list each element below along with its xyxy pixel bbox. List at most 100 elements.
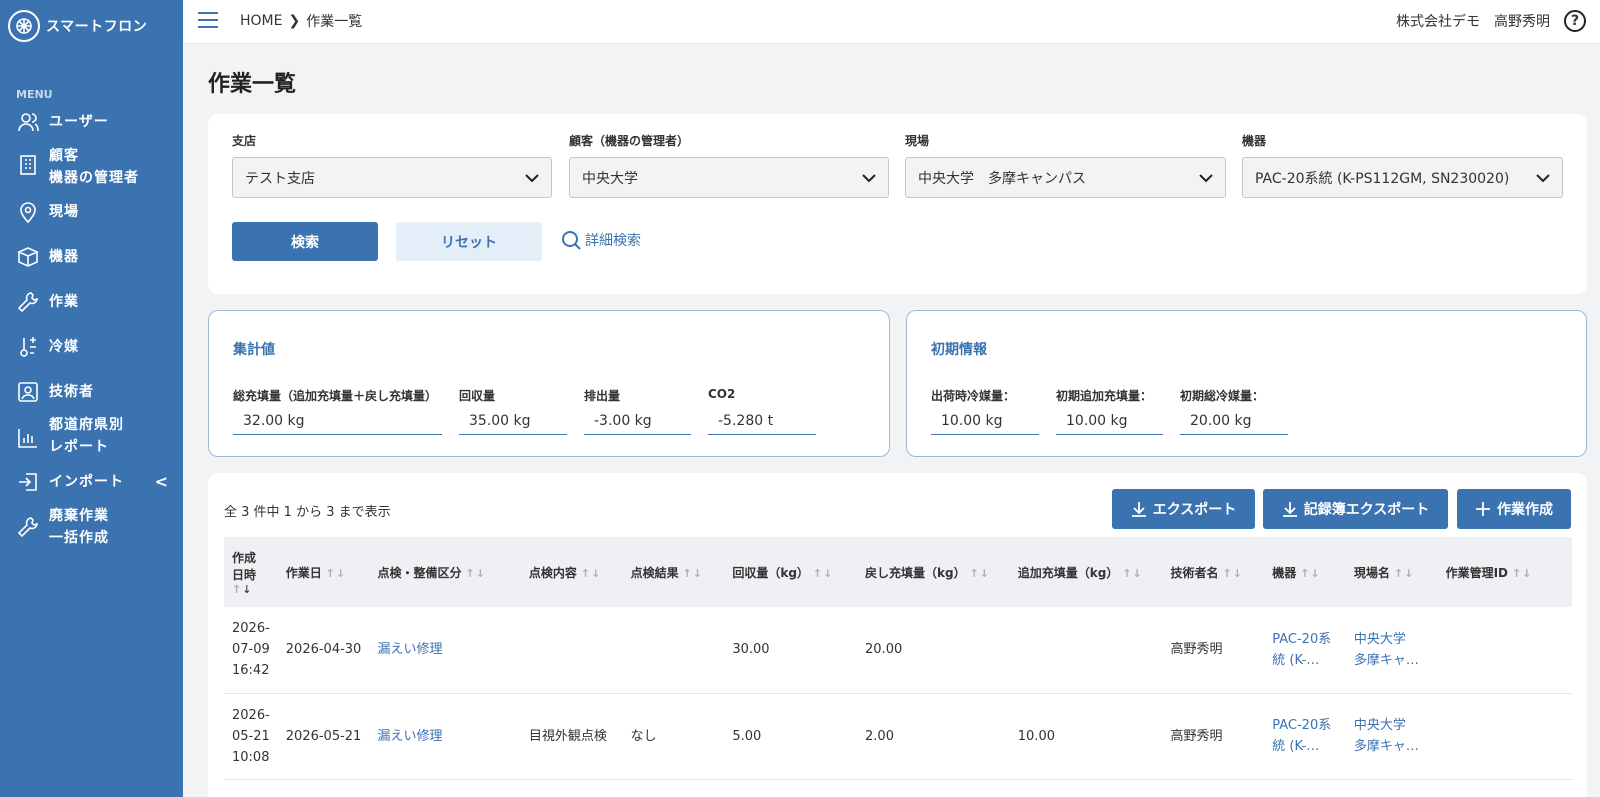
col-created[interactable]: 作成 日時 ↑↓	[224, 537, 278, 607]
cell-category-link[interactable]: 漏えい修理	[369, 607, 521, 694]
sidebar-item-sites[interactable]: 現場	[16, 200, 79, 224]
chevron-left-icon[interactable]: <	[155, 471, 169, 493]
app-name: スマートフロン	[46, 19, 148, 35]
totals-card: 集計値 総充填量（追加充填量＋戻し充填量） 32.00 kg 回収量 35.00…	[208, 310, 890, 457]
breadcrumb-home[interactable]: HOME	[240, 13, 282, 29]
sidebar-item-label: 技術者	[49, 384, 94, 400]
sort-icon[interactable]: ↑↓	[1122, 567, 1142, 580]
sidebar-item-equipment[interactable]: 機器	[16, 245, 79, 269]
col-label: 点検結果	[630, 565, 679, 580]
cell-work-id	[1437, 607, 1572, 694]
technician-icon	[18, 382, 38, 402]
col-site[interactable]: 現場名 ↑↓	[1346, 537, 1438, 607]
sort-icon[interactable]: ↑↓	[1300, 567, 1320, 580]
site-select[interactable]: 中央大学 多摩キャンパス	[905, 157, 1226, 198]
col-added[interactable]: 追加充填量（kg） ↑↓	[1010, 537, 1163, 607]
col-label: 点検・整備区分	[377, 565, 462, 580]
equipment-select[interactable]: PAC-20系統 (K-PS112GM, SN230020)	[1242, 157, 1563, 198]
sidebar-item-label: 都道府県別	[49, 417, 124, 433]
metric-value: -3.00 kg	[584, 407, 691, 435]
sort-icon[interactable]: ↑↓	[1223, 567, 1243, 580]
col-label: 機器	[1272, 565, 1297, 580]
sidebar-item-technicians[interactable]: 技術者	[16, 380, 94, 404]
col-recovered[interactable]: 回収量（kg） ↑↓	[724, 537, 857, 607]
metric-label: 初期総冷媒量：	[1180, 389, 1265, 403]
map-pin-icon	[20, 202, 36, 224]
table-row[interactable]: 2026- 07-09 16:42 2026-04-30 漏えい修理 30.00 2…	[224, 607, 1572, 694]
customer-select[interactable]: 中央大学	[569, 157, 889, 198]
col-technician[interactable]: 技術者名 ↑↓	[1163, 537, 1265, 607]
user-name[interactable]: 高野秀明	[1494, 11, 1550, 31]
user-area: 株式会社デモ 高野秀明 ?	[1396, 10, 1586, 32]
advanced-search-link[interactable]: 詳細検索	[561, 230, 641, 250]
col-result[interactable]: 点検結果 ↑↓	[623, 537, 725, 607]
sidebar-item-label: 作業	[49, 294, 79, 310]
metric-value: -5.280 t	[708, 407, 816, 435]
sort-icon[interactable]: ↑↓	[326, 567, 346, 580]
building-icon	[20, 155, 36, 175]
sort-icon[interactable]: ↑↓	[1394, 567, 1414, 580]
hamburger-menu-icon[interactable]	[198, 10, 218, 30]
initial-info-card: 初期情報 出荷時冷媒量： 10.00 kg 初期追加充填量： 10.00 kg …	[906, 310, 1587, 457]
branch-select[interactable]: テスト支店	[232, 157, 552, 198]
site-label: 現場	[905, 134, 930, 148]
cell-added	[1009, 607, 1163, 694]
export-label: エクスポート	[1152, 502, 1237, 518]
import-icon	[19, 473, 37, 491]
create-work-button[interactable]: 作業作成	[1457, 489, 1571, 529]
cell-category-link[interactable]: 漏えい修理	[369, 693, 521, 780]
chevron-right-icon: ❯	[288, 13, 301, 29]
sidebar-item-label: 機器	[49, 249, 79, 265]
help-icon[interactable]: ?	[1564, 10, 1586, 32]
sort-icon[interactable]: ↑↓	[1512, 567, 1532, 580]
bar-chart-icon	[18, 429, 37, 448]
box-icon	[17, 247, 39, 267]
cell-technician: 高野秀明	[1162, 693, 1265, 780]
cell-work-date: 2026-05-21	[277, 693, 370, 780]
export-button[interactable]: エクスポート	[1112, 489, 1255, 529]
reset-button[interactable]: リセット	[396, 222, 542, 261]
cell-site-link[interactable]: 中央大学 多摩キャ…	[1345, 607, 1438, 694]
sidebar-item-work[interactable]: 作業	[16, 290, 79, 314]
wrench-icon	[17, 517, 38, 538]
cell-result: なし	[622, 693, 725, 780]
record-export-button[interactable]: 記録簿エクスポート	[1263, 489, 1448, 529]
col-work-date[interactable]: 作業日 ↑↓	[278, 537, 370, 607]
search-button[interactable]: 検索	[232, 222, 378, 261]
table-header-row: 作成 日時 ↑↓ 作業日 ↑↓ 点検・整備区分 ↑↓ 点検内容 ↑↓ 点検結果 ↑↓ 回…	[224, 537, 1572, 607]
sidebar-item-label: ユーザー	[49, 114, 109, 130]
sort-desc-icon[interactable]: ↑↓	[232, 583, 270, 596]
col-returned[interactable]: 戻し充填量（kg） ↑↓	[857, 537, 1010, 607]
sort-icon[interactable]: ↑↓	[970, 567, 990, 580]
branch-value: テスト支店	[245, 170, 315, 187]
sort-icon[interactable]: ↑↓	[465, 567, 485, 580]
cell-equipment-link[interactable]: PAC-20系統 (K-…	[1264, 607, 1346, 694]
sidebar-item-customers[interactable]: 顧客 機器の管理者	[16, 145, 139, 189]
cell-content: 目視外観点検	[520, 693, 623, 780]
sort-icon[interactable]: ↑↓	[581, 567, 601, 580]
sidebar-item-label-2: 一括作成	[49, 530, 109, 546]
sort-icon[interactable]: ↑↓	[683, 567, 703, 580]
sidebar-item-import[interactable]: インポート <	[16, 470, 169, 494]
site-value: 中央大学 多摩キャンパス	[918, 170, 1086, 187]
chevron-down-icon	[1536, 173, 1550, 182]
cell-equipment-link[interactable]: PAC-20系統 (K-…	[1264, 693, 1346, 780]
sidebar-item-prefecture-report[interactable]: 都道府県別 レポート	[16, 414, 124, 458]
sidebar-item-label: 廃棄作業	[49, 508, 109, 524]
sidebar-item-disposal-bulk[interactable]: 廃棄作業 一括作成	[16, 505, 109, 549]
col-category[interactable]: 点検・整備区分 ↑↓	[369, 537, 520, 607]
work-table: 作成 日時 ↑↓ 作業日 ↑↓ 点検・整備区分 ↑↓ 点検内容 ↑↓ 点検結果 ↑↓ 回…	[224, 537, 1572, 780]
sidebar-item-refrigerant[interactable]: 冷媒	[16, 335, 79, 359]
col-equipment[interactable]: 機器 ↑↓	[1264, 537, 1346, 607]
cell-work-date: 2026-04-30	[277, 607, 370, 694]
sidebar-item-users[interactable]: ユーザー	[16, 110, 109, 134]
sort-icon[interactable]: ↑↓	[813, 567, 833, 580]
col-work-id[interactable]: 作業管理ID ↑↓	[1438, 537, 1572, 607]
app-logo[interactable]: スマートフロン	[8, 10, 147, 42]
company-name: 株式会社デモ	[1396, 14, 1480, 30]
search-icon	[562, 231, 581, 250]
cell-site-link[interactable]: 中央大学 多摩キャ…	[1345, 693, 1438, 780]
sidebar-item-label: 現場	[49, 204, 79, 220]
col-content[interactable]: 点検内容 ↑↓	[521, 537, 623, 607]
table-row[interactable]: 2026- 05-21 10:08 2026-05-21 漏えい修理 目視外観点検 …	[224, 693, 1572, 780]
